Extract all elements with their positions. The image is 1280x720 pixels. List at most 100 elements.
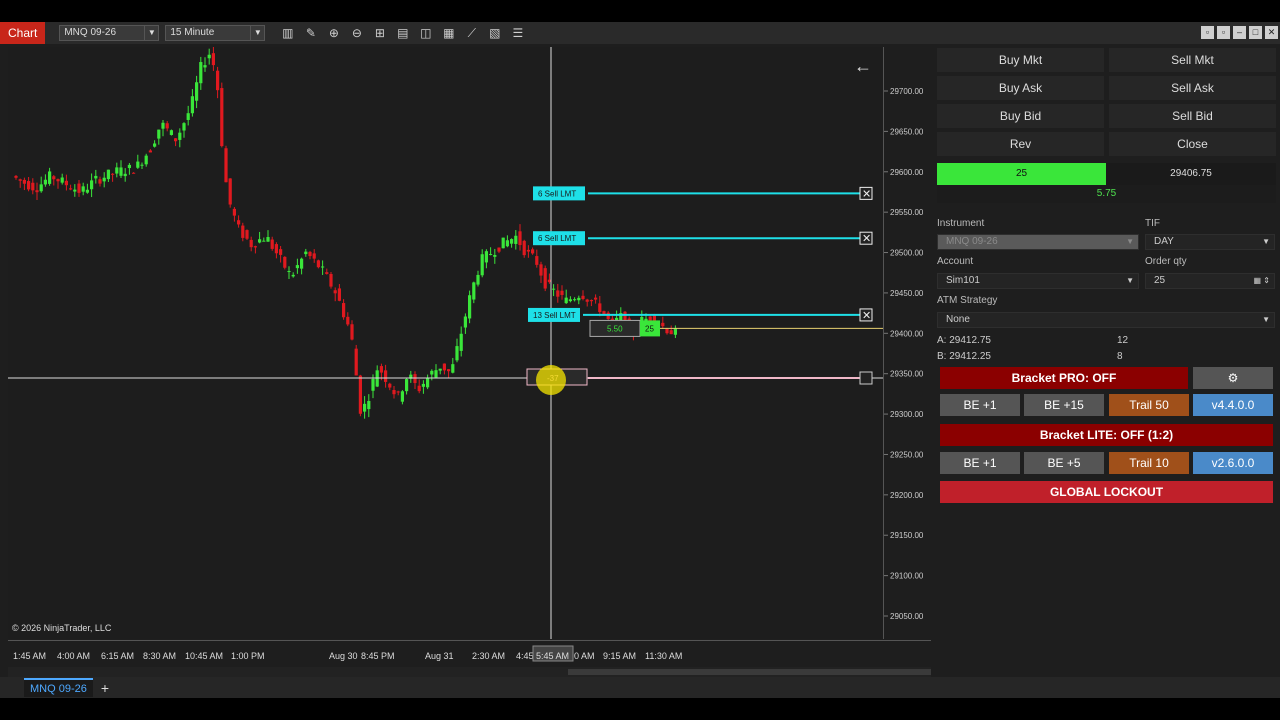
unrealized-pnl: 5.75 bbox=[937, 185, 1276, 203]
price-tick-label: 29050.00 bbox=[890, 612, 924, 621]
order-qty-stepper[interactable]: 25 ▦ ⇕ bbox=[1145, 273, 1275, 289]
close-icon[interactable]: ✕ bbox=[1265, 26, 1278, 39]
order-qty-value: 25 bbox=[1154, 275, 1166, 286]
price-tick-label: 29550.00 bbox=[890, 208, 924, 217]
buy-ask-button[interactable]: Buy Ask bbox=[937, 76, 1104, 100]
tab-mnq[interactable]: MNQ 09-26 bbox=[24, 678, 93, 697]
time-tick-label: 11:30 AM bbox=[645, 651, 682, 661]
sell-limit-label: 6 Sell LMT bbox=[538, 189, 576, 198]
close-icon: ✕ bbox=[862, 310, 871, 322]
link-icon[interactable]: ▫ bbox=[1201, 26, 1214, 39]
maximize-icon[interactable]: □ bbox=[1249, 26, 1262, 39]
pro-trail50-button[interactable]: Trail 50 bbox=[1109, 394, 1189, 416]
lite-be1-button[interactable]: BE +1 bbox=[940, 452, 1020, 474]
time-tick-label: 1:00 PM bbox=[231, 651, 265, 661]
price-tick-label: 29100.00 bbox=[890, 572, 924, 581]
pro-be15-button[interactable]: BE +15 bbox=[1024, 394, 1104, 416]
account-select-value: Sim101 bbox=[946, 275, 980, 286]
instrument-field: MNQ 09-26 ▼ bbox=[937, 234, 1139, 250]
time-axis-labels: 1:45 AM 4:00 AM 6:15 AM 8:30 AM 10:45 AM 1:00… bbox=[13, 645, 682, 662]
time-tick-label: 10:45 AM bbox=[185, 651, 223, 661]
time-tick-label: Aug 30 bbox=[329, 651, 358, 661]
price-tick-label: 29250.00 bbox=[890, 450, 924, 459]
sell-limit-label: 6 Sell LMT bbox=[538, 234, 576, 243]
tif-select[interactable]: DAY ▼ bbox=[1145, 234, 1275, 250]
time-tick-label: 6:15 AM bbox=[101, 651, 134, 661]
price-tick-label: 29500.00 bbox=[890, 249, 924, 258]
pro-be1-button[interactable]: BE +1 bbox=[940, 394, 1020, 416]
time-tick-label: 8:30 AM bbox=[143, 651, 176, 661]
chevron-down-icon: ▼ bbox=[1126, 237, 1134, 246]
lite-be5-button[interactable]: BE +5 bbox=[1024, 452, 1104, 474]
order-qty-label: Order qty bbox=[1145, 256, 1187, 267]
atm-strategy-select[interactable]: None ▼ bbox=[937, 312, 1275, 328]
buy-bid-button[interactable]: Buy Bid bbox=[937, 104, 1104, 128]
atm-strategy-label: ATM Strategy bbox=[937, 295, 998, 306]
chart-trader-panel: Buy Mkt Sell Mkt Buy Ask Sell Ask Buy Bi… bbox=[935, 47, 1280, 677]
account-label: Account bbox=[937, 256, 974, 267]
price-tick-label: 29300.00 bbox=[890, 410, 924, 419]
time-tick-label: 2:30 AM bbox=[472, 651, 505, 661]
account-select[interactable]: Sim101 ▼ bbox=[937, 273, 1139, 289]
price-tick-label: 29350.00 bbox=[890, 370, 924, 379]
instrument-label: Instrument bbox=[937, 218, 985, 229]
calculator-stepper-icon[interactable]: ▦ ⇕ bbox=[1254, 274, 1270, 288]
price-tick-label: 29600.00 bbox=[890, 168, 924, 177]
pro-version-button[interactable]: v4.4.0.0 bbox=[1193, 394, 1273, 416]
sell-ask-button[interactable]: Sell Ask bbox=[1109, 76, 1276, 100]
tif-label: TIF bbox=[1145, 218, 1160, 229]
chevron-down-icon: ▼ bbox=[1262, 237, 1270, 246]
position-qty-label: 25 bbox=[645, 324, 654, 333]
price-tick-label: 29400.00 bbox=[890, 329, 924, 338]
cancel-stop-box[interactable] bbox=[859, 371, 873, 385]
mouse-cursor-highlight bbox=[536, 365, 566, 395]
position-qty: 25 bbox=[937, 163, 1106, 185]
price-axis[interactable]: 29700.00 29650.00 29600.00 29550.00 29500.00… bbox=[883, 47, 933, 639]
price-tick-label: 29700.00 bbox=[890, 87, 924, 96]
price-tick-label: 29200.00 bbox=[890, 491, 924, 500]
ask-size: 12 bbox=[1117, 335, 1129, 346]
time-tick-label: 4:45 bbox=[516, 651, 534, 661]
time-axis[interactable]: 1:45 AM 4:00 AM 6:15 AM 8:30 AM 10:45 AM 1:00… bbox=[8, 640, 931, 666]
close-icon: ✕ bbox=[862, 233, 871, 245]
sell-bid-button[interactable]: Sell Bid bbox=[1109, 104, 1276, 128]
buy-mkt-button[interactable]: Buy Mkt bbox=[937, 48, 1104, 72]
sell-mkt-button[interactable]: Sell Mkt bbox=[1109, 48, 1276, 72]
price-tick-label: 29450.00 bbox=[890, 289, 924, 298]
order-lines-overlay: 6 Sell LMT✕29573.256 Sell LMT✕29517.7513… bbox=[526, 186, 931, 395]
settings-button[interactable]: ⚙ bbox=[1193, 367, 1273, 389]
bracket-pro-toggle[interactable]: Bracket PRO: OFF bbox=[940, 367, 1188, 389]
position-avg-price: 29406.75 bbox=[1106, 163, 1276, 185]
sell-limit-label: 13 Sell LMT bbox=[533, 311, 576, 320]
price-axis-labels: 29700.00 29650.00 29600.00 29550.00 29500.00… bbox=[884, 87, 924, 621]
time-tick-label: 1:45 AM bbox=[13, 651, 46, 661]
price-tick-label: 29150.00 bbox=[890, 531, 924, 540]
bracket-lite-toggle[interactable]: Bracket LITE: OFF (1:2) bbox=[940, 424, 1273, 446]
gear-icon: ⚙ bbox=[1227, 371, 1239, 385]
bid-price: B: 29412.25 bbox=[937, 351, 991, 362]
time-tick-label: 9:15 AM bbox=[603, 651, 636, 661]
time-tick-label: 0 AM bbox=[574, 651, 595, 661]
instrument-field-value: MNQ 09-26 bbox=[946, 236, 998, 247]
scrollbar-thumb[interactable] bbox=[568, 669, 931, 675]
tif-select-value: DAY bbox=[1154, 236, 1174, 247]
chevron-down-icon: ▼ bbox=[1126, 276, 1134, 285]
price-tick-label: 29650.00 bbox=[890, 127, 924, 136]
lite-version-button[interactable]: v2.6.0.0 bbox=[1193, 452, 1273, 474]
rev-button[interactable]: Rev bbox=[937, 132, 1104, 156]
chart-scrollbar[interactable] bbox=[8, 667, 931, 677]
position-pnl-label: 5.50 bbox=[607, 324, 623, 333]
close-icon: ✕ bbox=[862, 188, 871, 200]
add-tab-icon[interactable]: + bbox=[101, 680, 109, 696]
time-tick-label: 8:45 PM bbox=[361, 651, 395, 661]
time-tick-label: 4:00 AM bbox=[57, 651, 90, 661]
minimize-icon[interactable]: – bbox=[1233, 26, 1246, 39]
chart-tab-bar: MNQ 09-26 + bbox=[0, 677, 1280, 698]
close-position-button[interactable]: Close bbox=[1109, 132, 1276, 156]
time-tick-label: Aug 31 bbox=[425, 651, 454, 661]
global-lockout-button[interactable]: GLOBAL LOCKOUT bbox=[940, 481, 1273, 503]
lite-trail10-button[interactable]: Trail 10 bbox=[1109, 452, 1189, 474]
tile-icon[interactable]: ▫ bbox=[1217, 26, 1230, 39]
time-tick-label: 5:45 AM bbox=[536, 651, 569, 661]
bid-size: 8 bbox=[1117, 351, 1123, 362]
